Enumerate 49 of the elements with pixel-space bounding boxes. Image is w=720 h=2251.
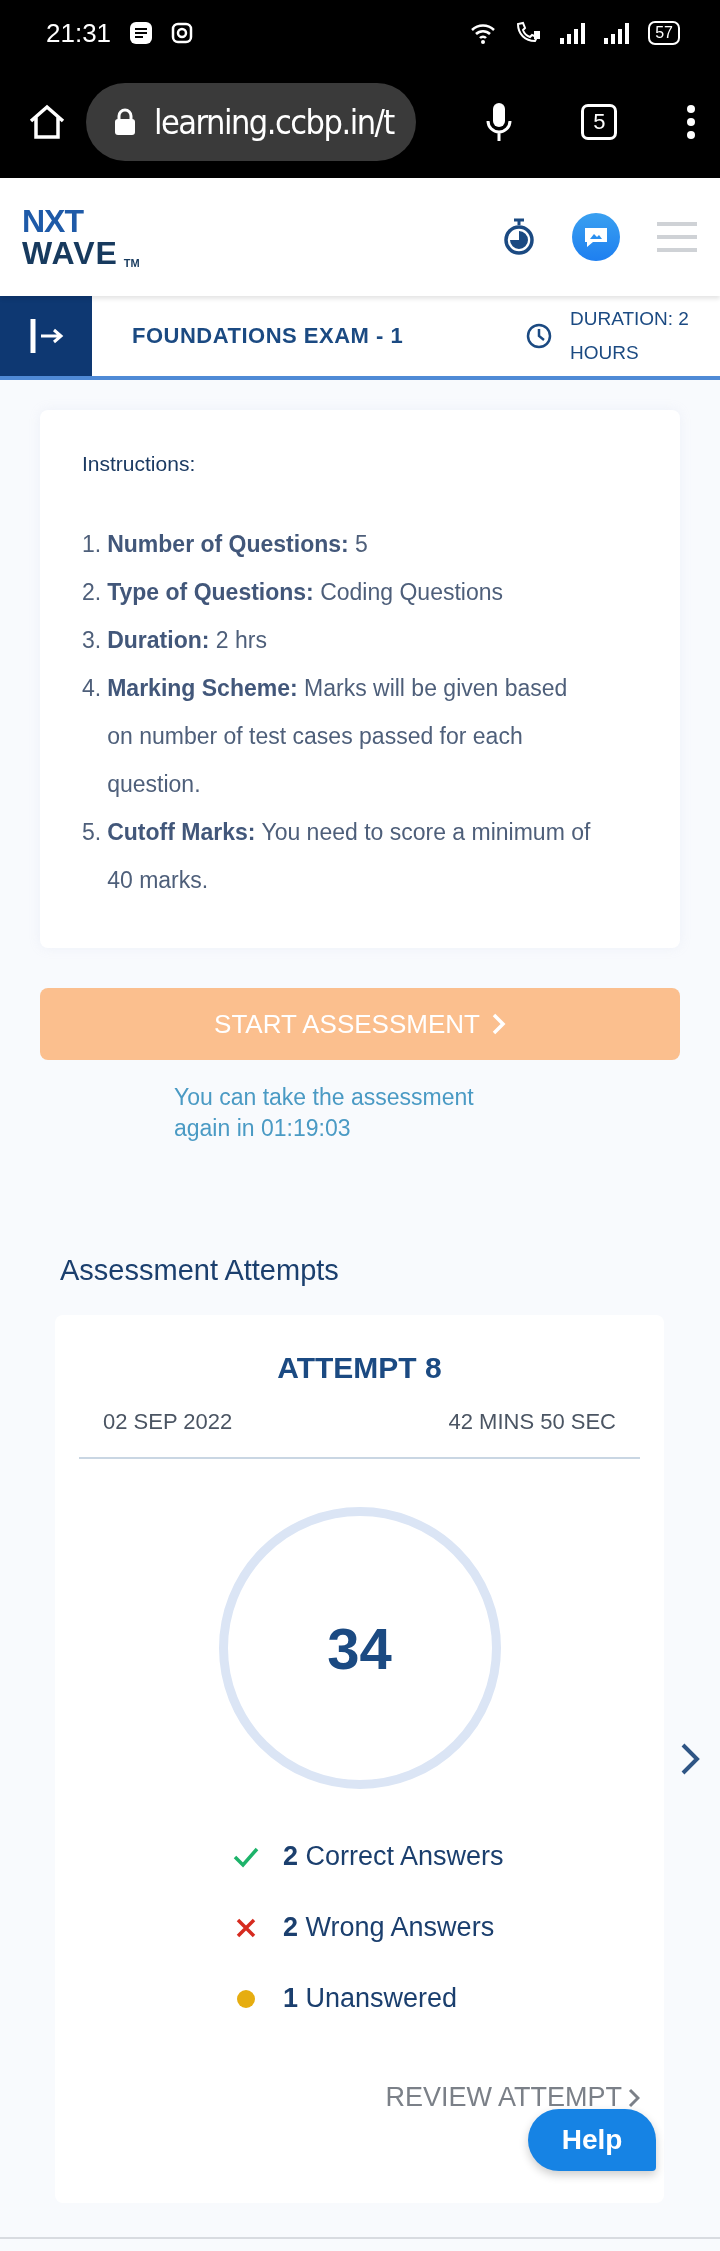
attempt-date: 02 SEP 2022 — [103, 1409, 233, 1435]
list-number: 5. — [82, 818, 102, 847]
lock-icon — [114, 108, 136, 136]
dot-icon — [237, 1989, 255, 2008]
chevron-right-icon — [628, 2087, 640, 2108]
result-text: 2 Wrong Answers — [283, 1912, 495, 1943]
instruction-text: Cutoff Marks: You need to score a minimum of 40 marks. — [107, 818, 592, 895]
microphone-icon[interactable] — [484, 102, 513, 142]
instructions-heading: Instructions: — [82, 452, 197, 476]
chevron-right-icon — [491, 1013, 506, 1035]
list-number: 2. — [82, 578, 102, 607]
signal-icon — [560, 22, 587, 44]
list-number: 4. — [82, 674, 102, 703]
attempts-heading: Assessment Attempts — [60, 1254, 340, 1287]
instruction-text: Type of Questions: Coding Questions — [107, 578, 503, 607]
status-time: 21:31 — [46, 17, 112, 49]
result-text: 1 Unanswered — [283, 1983, 458, 2014]
duration-text: DURATION: 2 HOURS — [570, 307, 690, 365]
chevron-right-icon[interactable] — [680, 1742, 700, 1776]
score-value: 34 — [327, 1614, 392, 1682]
instruction-text: Marking Scheme: Marks will be given based on number of test cases passed for each question. — [107, 674, 569, 799]
exam-title: FOUNDATIONS EXAM - 1 — [132, 323, 404, 349]
home-icon[interactable] — [28, 104, 66, 140]
clock-icon — [526, 323, 552, 349]
notes-icon — [129, 21, 154, 45]
wifi-icon — [470, 22, 497, 44]
stopwatch-icon[interactable] — [502, 218, 536, 256]
list-number: 3. — [82, 626, 102, 655]
exit-button[interactable] — [0, 296, 92, 376]
list-number: 1. — [82, 530, 102, 559]
help-button[interactable]: Help — [528, 2109, 656, 2171]
chat-button[interactable] — [572, 213, 620, 261]
instruction-text: Duration: 2 hrs — [107, 626, 267, 655]
camera-icon — [171, 22, 194, 44]
signal-icon — [604, 22, 631, 44]
retake-note: You can take the assessment again in 01:19:03 — [174, 1083, 475, 1143]
chat-icon — [583, 226, 609, 248]
address-bar[interactable]: learning.ccbp.in/t — [86, 83, 416, 161]
attempt-title: ATTEMPT 8 — [277, 1351, 442, 1385]
logo[interactable]: NXT WAVE TM — [22, 205, 140, 269]
instruction-text: Number of Questions: 5 — [107, 530, 368, 559]
result-text: 2 Correct Answers — [283, 1841, 504, 1872]
check-icon — [232, 1845, 260, 1868]
menu-icon[interactable] — [686, 104, 696, 140]
cross-icon — [235, 1916, 257, 1939]
call-icon — [514, 21, 543, 45]
attempt-duration: 42 MINS 50 SEC — [448, 1409, 616, 1435]
tab-count-button[interactable]: 5 — [581, 104, 618, 140]
battery-level: 57 — [648, 21, 680, 45]
